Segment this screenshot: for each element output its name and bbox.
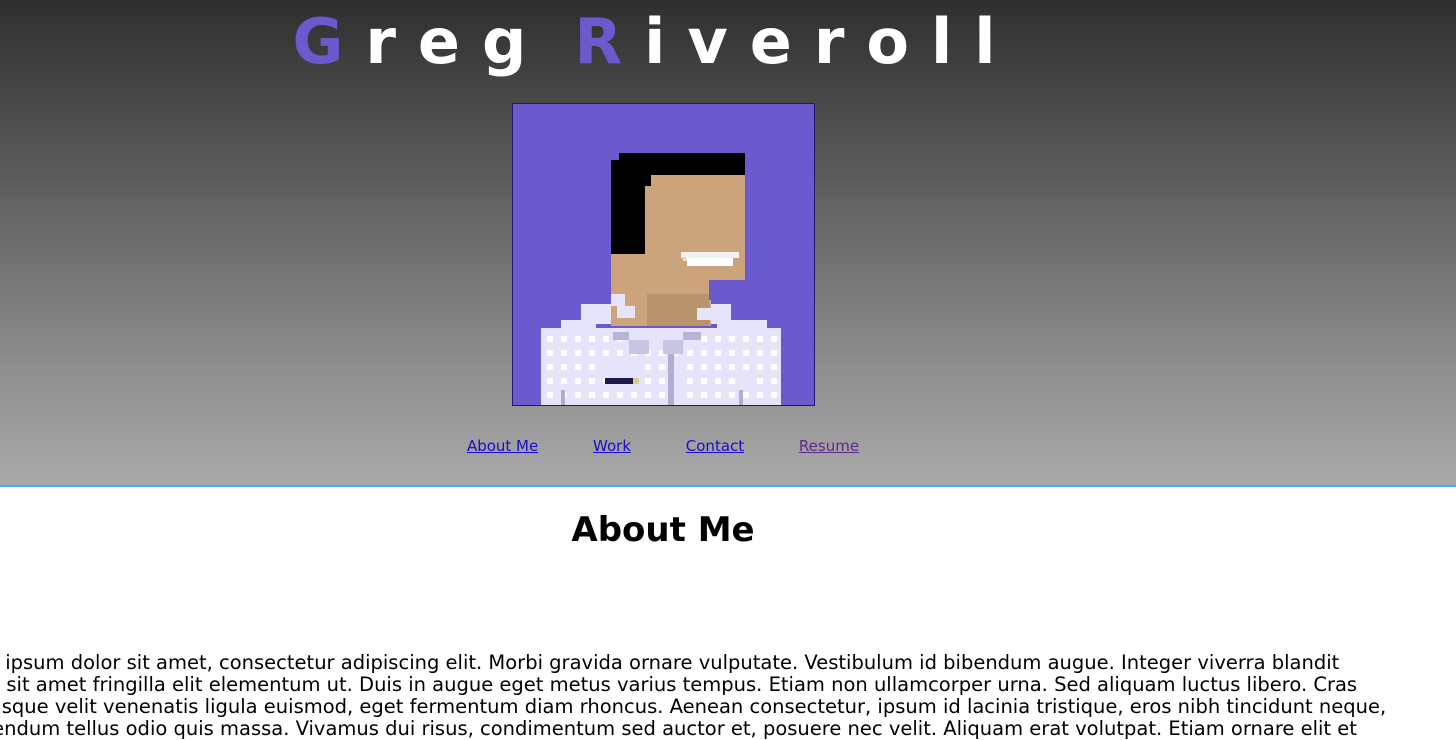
avatar [512, 103, 815, 406]
site-header: Greg Riveroll About Me Work Contact Resu… [0, 0, 1456, 487]
title-last-initial: R [574, 5, 645, 78]
about-heading: About Me [571, 510, 755, 550]
title-last-rest: iveroll [644, 5, 1018, 78]
nav-link-work[interactable]: Work [593, 437, 631, 455]
about-line: scelerisque velit venenatis ligula euism… [0, 695, 1387, 718]
about-line: turpis, sit amet fringilla elit elementu… [0, 673, 1358, 696]
title-first-initial: G [292, 5, 366, 78]
title-first-rest: reg [365, 5, 549, 78]
nav-link-contact[interactable]: Contact [686, 437, 744, 455]
about-line: in bibendum tellus odio quis massa. Viva… [0, 717, 1357, 740]
about-line: Lorem ipsum dolor sit amet, consectetur … [0, 651, 1340, 674]
nav-link-about-me[interactable]: About Me [467, 437, 538, 455]
site-title: Greg Riveroll [0, 2, 1310, 82]
about-paragraph: Lorem ipsum dolor sit amet, consectetur … [0, 652, 1388, 740]
main-nav: About Me Work Contact Resume [0, 437, 1326, 455]
pixel-portrait-icon [541, 153, 781, 405]
nav-link-resume[interactable]: Resume [799, 437, 859, 455]
